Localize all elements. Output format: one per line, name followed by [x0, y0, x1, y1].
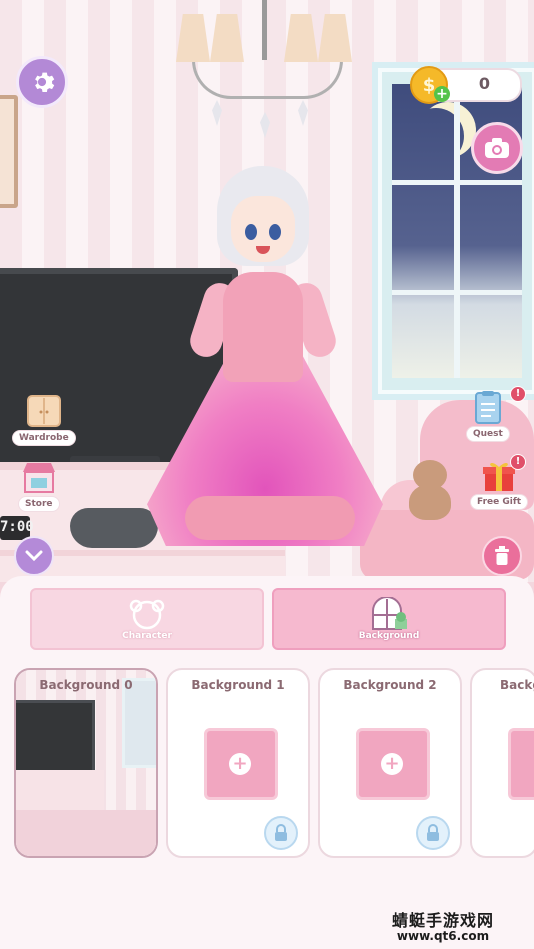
teddy-bear [405, 460, 455, 522]
wall-picture-frame [0, 95, 18, 208]
doll-face [231, 196, 295, 262]
background-card-1[interactable]: Background 1 + [166, 668, 310, 858]
store-button[interactable]: Store [18, 460, 60, 512]
image-placeholder-icon: + [356, 728, 430, 800]
quest-button[interactable]: Quest ! [466, 386, 526, 442]
gear-icon [35, 72, 55, 93]
lock-icon [264, 816, 298, 850]
settings-button[interactable] [16, 56, 68, 108]
background-window-icon [372, 597, 407, 630]
wardrobe-icon [26, 395, 61, 427]
background-card-3[interactable]: Backg [470, 668, 534, 858]
tab-character[interactable]: Character [30, 588, 264, 650]
quest-alert-badge: ! [510, 386, 526, 402]
store-icon [22, 463, 55, 493]
image-placeholder-icon [508, 728, 534, 800]
trash-icon [495, 546, 509, 565]
collapse-menu-button[interactable] [14, 536, 54, 576]
night-window [372, 62, 534, 400]
chevron-down-icon [25, 550, 43, 562]
wardrobe-button[interactable]: Wardrobe [12, 394, 76, 446]
quest-clipboard-icon [474, 391, 501, 424]
gown-bodice [223, 272, 303, 382]
coin-counter[interactable]: $ + 0 [410, 66, 522, 104]
free-gift-button[interactable]: Free Gift ! [470, 454, 529, 510]
doll-character[interactable] [145, 166, 385, 566]
digital-clock: 7:00 [0, 516, 34, 540]
tab-background[interactable]: Background [272, 588, 506, 650]
background-card-0[interactable]: Background 0 [14, 668, 158, 858]
camera-button[interactable] [471, 122, 523, 174]
chandelier [172, 0, 357, 150]
watermark: 蜻蜓手游戏网 www.qt6.com [392, 911, 495, 943]
image-placeholder-icon: + [204, 728, 278, 800]
gift-alert-badge: ! [510, 454, 526, 470]
character-head-icon [129, 599, 165, 630]
delete-button[interactable] [482, 536, 522, 576]
add-coins-icon[interactable]: + [434, 86, 450, 102]
background-card-2[interactable]: Background 2 + [318, 668, 462, 858]
lock-icon [416, 816, 450, 850]
coin-count: 0 [478, 74, 490, 93]
camera-icon [485, 138, 509, 158]
background-thumbnail [16, 670, 156, 856]
